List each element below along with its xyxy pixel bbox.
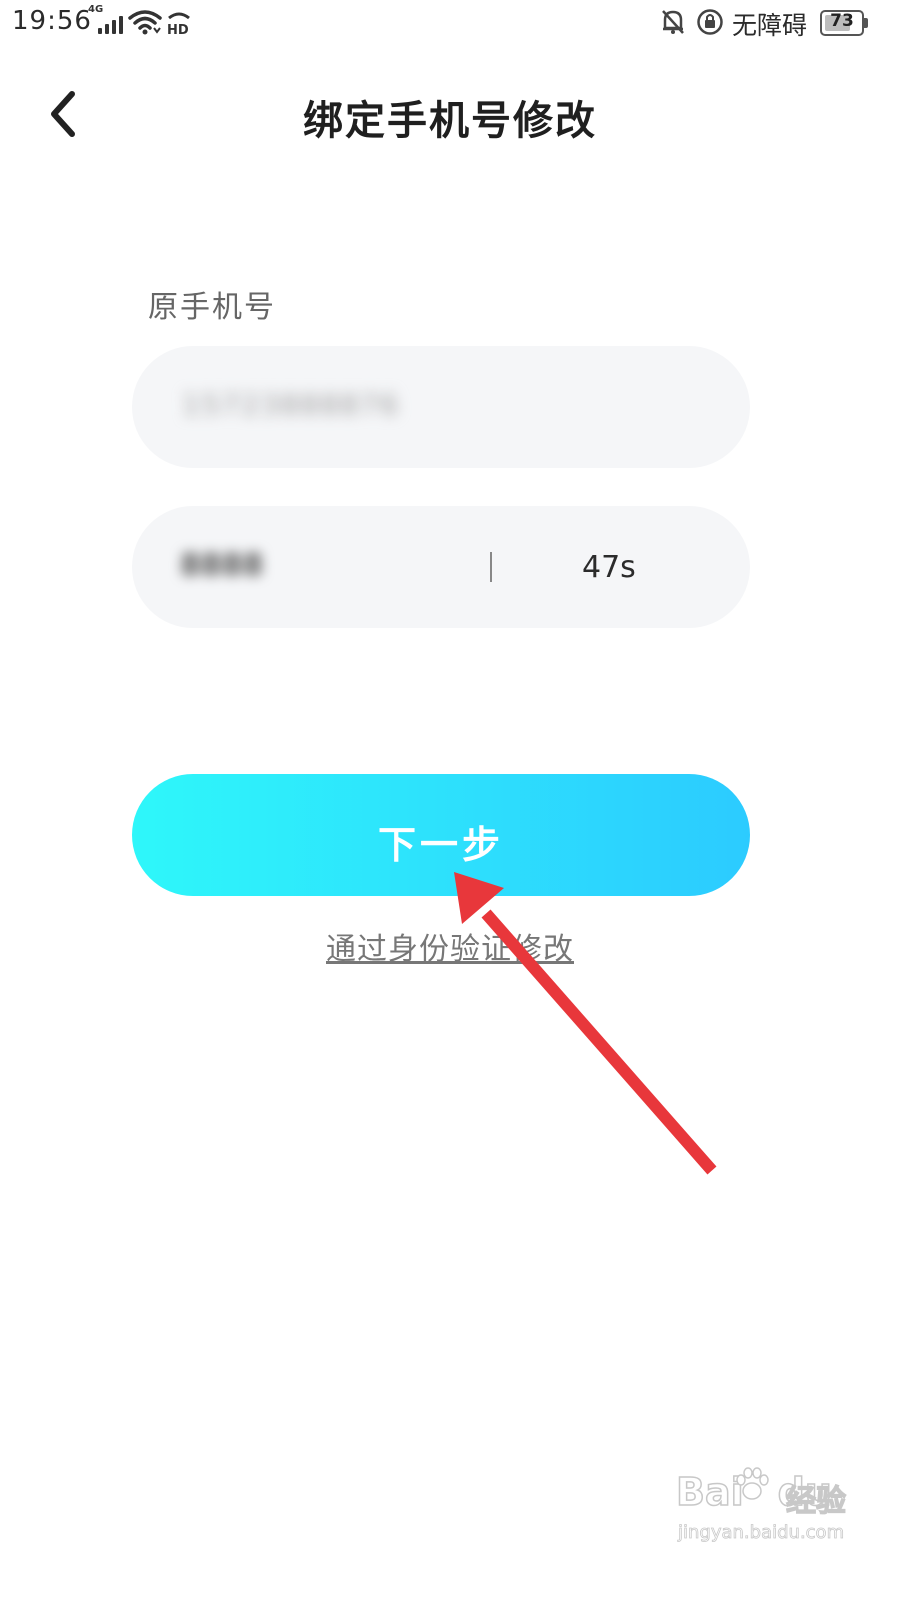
original-phone-field[interactable]: 15723888876 [132, 346, 750, 468]
status-bar: 19:56 4G HD 无障碍 73 [0, 0, 900, 48]
svg-text:HD: HD [167, 23, 189, 36]
code-divider [490, 552, 492, 582]
verification-code-field[interactable]: 8888 47s [132, 506, 750, 628]
arrow-up-left-icon [454, 872, 717, 1175]
accessibility-text: 无障碍 [732, 11, 808, 40]
signal-bars-icon: 4G [88, 4, 123, 36]
hd-icon: HD [167, 12, 190, 36]
watermark-url: jingyan.baidu.com [678, 1522, 845, 1544]
wifi-icon [128, 10, 162, 35]
baidu-jingyan-watermark: Bai du 经验 jingyan.baidu.com [675, 1467, 876, 1560]
battery-level: 73 [830, 11, 854, 31]
network-type: 4G [88, 4, 104, 15]
verify-identity-link[interactable]: 通过身份验证修改 [0, 924, 900, 968]
lock-icon [697, 9, 723, 35]
paw-icon [736, 1467, 769, 1500]
verification-code-value: 8888 [180, 548, 264, 583]
original-phone-value: 15723888876 [182, 388, 400, 421]
status-time: 19:56 [12, 6, 92, 36]
page: 19:56 4G HD 无障碍 73 绑定手机号修改 原手机号 15723888… [0, 0, 900, 1600]
bell-off-icon [662, 10, 684, 34]
original-phone-label: 原手机号 [148, 290, 276, 325]
watermark-jingyan: 经验 [785, 1483, 846, 1519]
battery-icon: 73 [820, 10, 870, 36]
resend-countdown[interactable]: 47s [582, 550, 636, 585]
page-title: 绑定手机号修改 [303, 98, 597, 144]
next-step-label: 下一步 [377, 823, 504, 867]
next-step-button[interactable]: 下一步 [132, 774, 750, 896]
